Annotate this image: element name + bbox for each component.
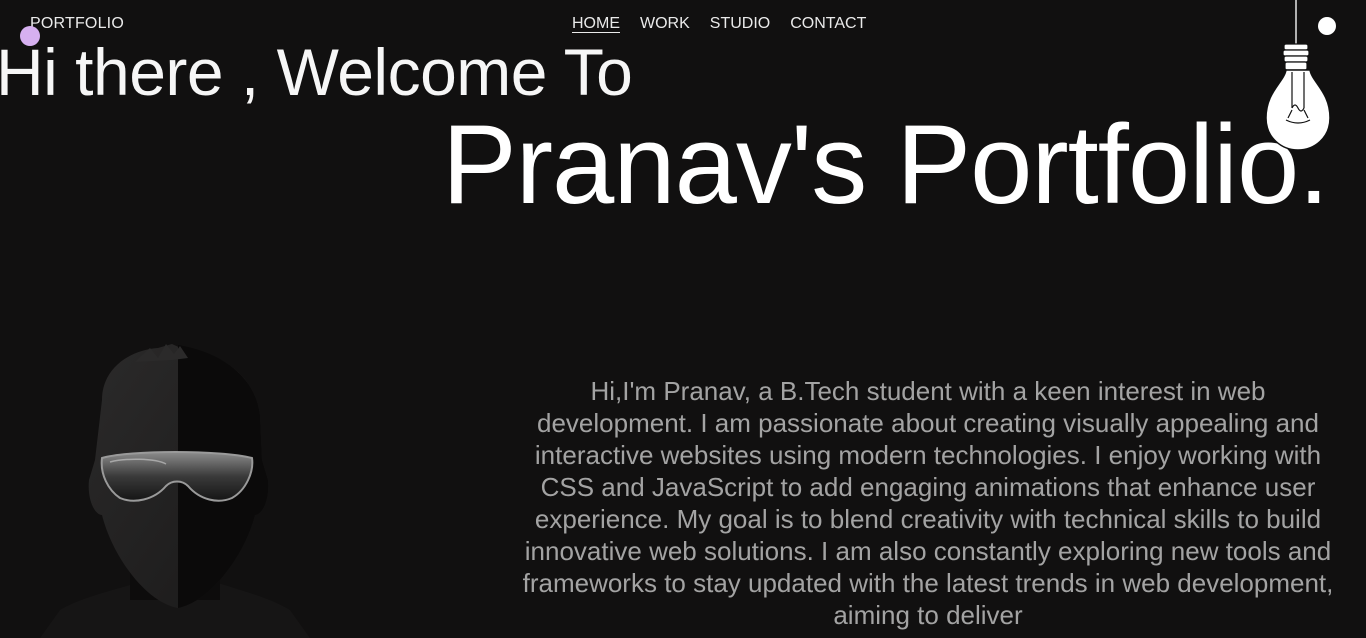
nav-home[interactable]: HOME (572, 15, 620, 33)
hero-title: Pranav's Portfolio. (442, 102, 1329, 227)
brand-logo[interactable]: PORTFOLIO (30, 15, 124, 33)
light-bulb-icon[interactable] (1262, 0, 1334, 152)
page: PORTFOLIO HOME WORK STUDIO CONTACT Hi th… (0, 0, 1366, 638)
hero-greeting: Hi there , Welcome To (0, 35, 633, 109)
avatar (40, 344, 310, 638)
bio-text: Hi,I'm Pranav, a B.Tech student with a k… (522, 376, 1334, 630)
main-nav: HOME WORK STUDIO CONTACT (572, 15, 866, 33)
nav-work[interactable]: WORK (640, 15, 690, 33)
nav-contact[interactable]: CONTACT (790, 15, 866, 33)
nav-studio[interactable]: STUDIO (710, 15, 770, 33)
